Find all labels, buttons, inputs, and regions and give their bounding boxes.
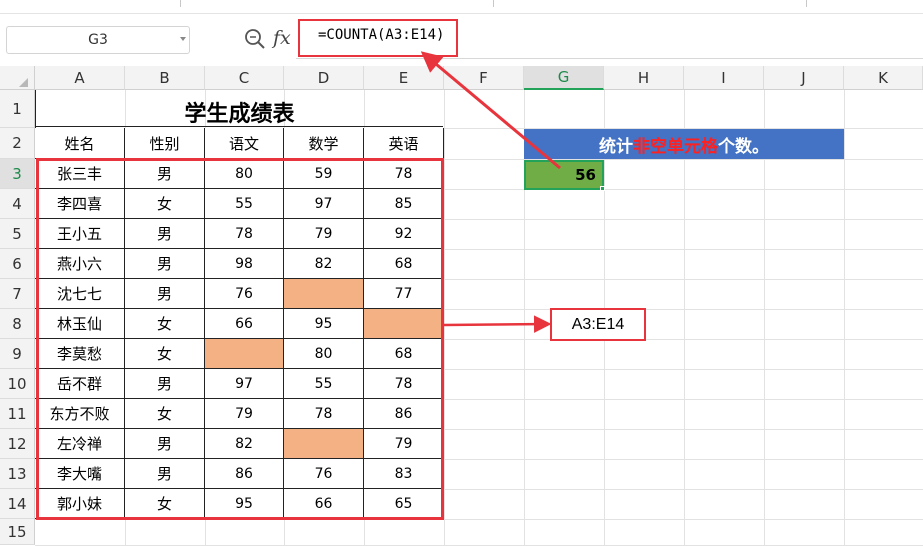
stat-label-prefix: 统计 — [599, 136, 633, 157]
row-header-6[interactable]: 6 — [0, 249, 35, 279]
top-toolbar-strip — [0, 0, 923, 14]
select-all-corner[interactable] — [0, 66, 35, 90]
toolbar-group-divider — [806, 0, 807, 7]
column-header-k[interactable]: K — [844, 66, 923, 90]
arrow-callout-to-range — [443, 315, 552, 333]
row-header-4[interactable]: 4 — [0, 189, 35, 219]
row-header-15[interactable]: 15 — [0, 519, 35, 545]
select-all-icon[interactable] — [19, 78, 28, 87]
column-header-h[interactable]: H — [604, 66, 684, 90]
column-header-e[interactable]: E — [364, 66, 444, 90]
column-header-c[interactable]: C — [205, 66, 284, 90]
stat-description-label: 统计 非空单元格 个数。 — [524, 129, 844, 159]
column-header-f[interactable]: F — [444, 66, 524, 90]
table-title: 学生成绩表 — [36, 97, 443, 127]
stat-label-highlight: 非空单元格 — [633, 136, 718, 157]
table-header-cell[interactable]: 姓名 — [35, 128, 125, 159]
range-callout: A3:E14 — [550, 308, 646, 341]
table-header-cell[interactable]: 性别 — [125, 128, 205, 159]
stat-label-suffix: 个数。 — [718, 136, 769, 157]
row-header-9[interactable]: 9 — [0, 339, 35, 369]
column-header-j[interactable]: J — [764, 66, 844, 90]
column-header-a[interactable]: A — [35, 66, 125, 90]
table-header-cell[interactable]: 数学 — [284, 128, 364, 159]
fx-icon[interactable]: fx — [273, 27, 291, 49]
toolbar-group-divider — [493, 0, 494, 7]
row-header-14[interactable]: 14 — [0, 489, 35, 519]
row-header-2[interactable]: 2 — [0, 128, 35, 159]
table-header-cell[interactable]: 英语 — [364, 128, 444, 159]
row-header-8[interactable]: 8 — [0, 309, 35, 339]
name-box[interactable]: G3 — [6, 26, 190, 54]
row-header-1[interactable]: 1 — [0, 90, 35, 128]
zoom-icon[interactable] — [244, 28, 266, 50]
row-header-13[interactable]: 13 — [0, 459, 35, 489]
column-header-i[interactable]: I — [684, 66, 764, 90]
table-header-cell[interactable]: 语文 — [205, 128, 284, 159]
chevron-down-icon[interactable] — [180, 37, 186, 41]
data-range-highlight — [36, 158, 444, 520]
row-header-12[interactable]: 12 — [0, 429, 35, 459]
fill-handle[interactable] — [600, 186, 605, 191]
row-header-5[interactable]: 5 — [0, 219, 35, 249]
formula-input[interactable]: =COUNTA(A3:E14) — [318, 27, 444, 43]
formula-bar-divider — [296, 58, 923, 59]
result-cell-g3[interactable]: 56 — [524, 160, 604, 190]
column-header-b[interactable]: B — [125, 66, 205, 90]
row-header-3[interactable]: 3 — [0, 159, 35, 189]
row-header-10[interactable]: 10 — [0, 369, 35, 399]
row-header-11[interactable]: 11 — [0, 399, 35, 429]
row-header-7[interactable]: 7 — [0, 279, 35, 309]
column-header-g[interactable]: G — [524, 66, 604, 90]
toolbar-group-divider — [180, 0, 181, 7]
column-header-d[interactable]: D — [284, 66, 364, 90]
